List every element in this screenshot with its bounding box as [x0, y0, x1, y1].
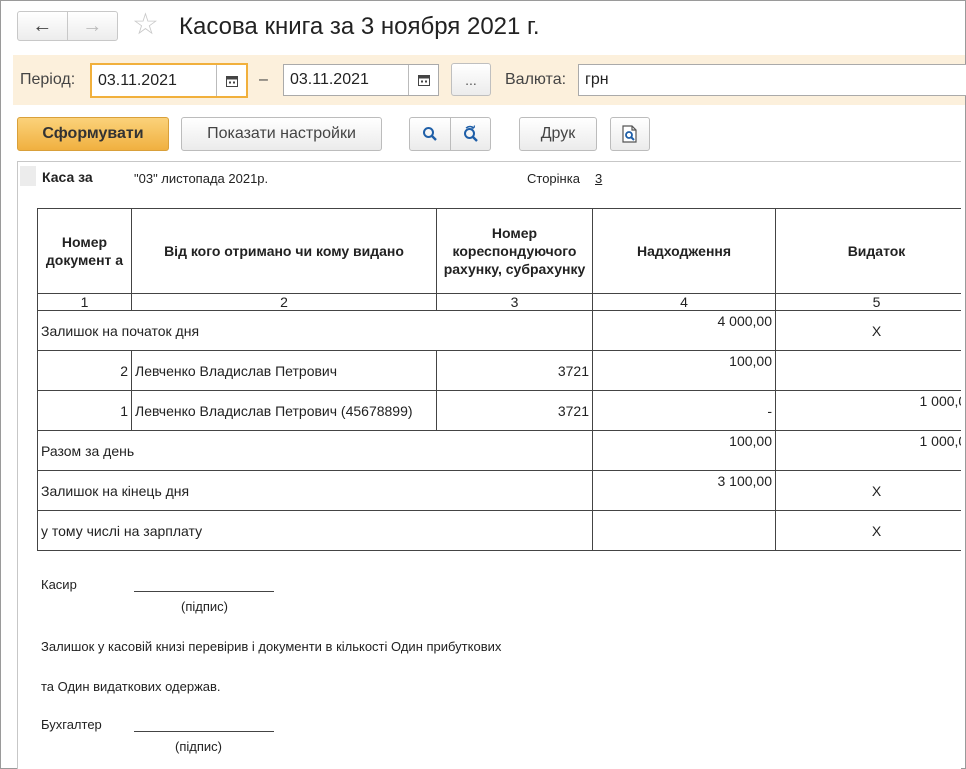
column-number: 1 [37, 293, 132, 311]
period-select-button[interactable]: ... [451, 63, 491, 96]
account-cell: 3721 [436, 390, 593, 431]
title-bar: ← → ☆ Касова книга за 3 ноября 2021 г. [1, 1, 965, 53]
income-cell: - [592, 390, 776, 431]
period-dash: – [259, 71, 268, 88]
column-header: Номер кореспондуючого рахунку, субрахунк… [436, 208, 593, 294]
date-from-field[interactable]: 03.11.2021 [90, 63, 248, 98]
expense-cell: Х [775, 470, 961, 511]
period-filter-bar: Період: 03.11.2021 – 03.11.2021 ... Валю… [13, 55, 966, 105]
party-cell: Левченко Владислав Петрович [131, 350, 437, 391]
date-to-value: 03.11.2021 [290, 71, 369, 88]
table-row: 1 Левченко Владислав Петрович (45678899)… [37, 390, 961, 431]
date-to-field[interactable]: 03.11.2021 [283, 64, 439, 96]
cancel-search-icon[interactable] [450, 118, 490, 150]
page-label: Сторінка [527, 171, 580, 186]
report-window: ← → ☆ Касова книга за 3 ноября 2021 г. П… [0, 0, 966, 769]
closing-balance-row: Залишок на кінець дня 3 100,00 Х [37, 470, 961, 511]
expense-cell: - [775, 350, 961, 391]
search-icon[interactable] [410, 118, 450, 150]
income-cell [592, 510, 776, 551]
check-text-line-2: та Один видаткових одержав. [41, 679, 221, 694]
expense-cell: Х [775, 310, 961, 351]
kasa-label: Каса за [42, 169, 93, 185]
account-cell: 3721 [436, 350, 593, 391]
calendar-icon[interactable] [216, 65, 246, 96]
cash-book-table: Номер документ а Від кого отримано чи ко… [37, 208, 961, 551]
column-header: Номер документ а [37, 208, 132, 294]
signature-caption: (підпис) [181, 599, 228, 614]
salary-row: у тому числі на зарплату Х [37, 510, 961, 551]
report-date: "03" листопада 2021р. [134, 171, 269, 186]
doc-number-cell: 2 [37, 350, 132, 391]
cashier-signature-line [134, 591, 274, 592]
income-cell: 100,00 [592, 350, 776, 391]
report-corner [20, 166, 36, 186]
column-number: 2 [131, 293, 437, 311]
column-number: 3 [436, 293, 593, 311]
column-number: 4 [592, 293, 776, 311]
print-preview-icon[interactable] [610, 117, 650, 151]
search-buttons [409, 117, 491, 151]
page-title: Касова книга за 3 ноября 2021 г. [179, 13, 540, 40]
page-number: 3 [595, 171, 603, 186]
expense-cell: 1 000,00 [775, 430, 961, 471]
table-header-row: Номер документ а Від кого отримано чи ко… [37, 208, 961, 294]
favorite-star-icon[interactable]: ☆ [132, 9, 159, 41]
print-button[interactable]: Друк [519, 117, 597, 151]
signature-caption: (підпис) [175, 739, 222, 754]
income-cell: 100,00 [592, 430, 776, 471]
calendar-icon[interactable] [408, 65, 438, 95]
column-number: 5 [775, 293, 961, 311]
row-label: Залишок на початок дня [37, 310, 593, 351]
accountant-label: Бухгалтер [41, 717, 102, 732]
column-header: Від кого отримано чи кому видано [131, 208, 437, 294]
accountant-signature-line [134, 731, 274, 732]
row-label: Залишок на кінець дня [37, 470, 593, 511]
expense-cell: 1 000,00 [775, 390, 961, 431]
period-label: Період: [20, 71, 76, 88]
column-header: Видаток [775, 208, 961, 294]
currency-label: Валюта: [505, 71, 567, 88]
currency-field[interactable]: грн [578, 64, 966, 96]
column-number-row: 1 2 3 4 5 [37, 293, 961, 311]
show-settings-button[interactable]: Показати настройки [181, 117, 382, 151]
income-cell: 3 100,00 [592, 470, 776, 511]
back-arrow-icon[interactable]: ← [18, 12, 68, 40]
forward-arrow-icon[interactable]: → [68, 12, 118, 40]
expense-cell: Х [775, 510, 961, 551]
column-header: Надходження [592, 208, 776, 294]
check-text-line-1: Залишок у касовій книзі перевірив і доку… [41, 639, 502, 654]
table-row: 2 Левченко Владислав Петрович 3721 100,0… [37, 350, 961, 391]
opening-balance-row: Залишок на початок дня 4 000,00 Х [37, 310, 961, 351]
row-label: у тому числі на зарплату [37, 510, 593, 551]
command-toolbar: Сформувати Показати настройки Друк [1, 107, 965, 159]
cashier-label: Касир [41, 577, 77, 592]
report-document[interactable]: Каса за "03" листопада 2021р. Сторінка 3… [17, 161, 961, 769]
income-cell: 4 000,00 [592, 310, 776, 351]
party-cell: Левченко Владислав Петрович (45678899) [131, 390, 437, 431]
navigation-buttons: ← → [17, 11, 118, 41]
doc-number-cell: 1 [37, 390, 132, 431]
day-total-row: Разом за день 100,00 1 000,00 [37, 430, 961, 471]
date-from-value: 03.11.2021 [98, 71, 177, 89]
generate-button[interactable]: Сформувати [17, 117, 169, 151]
row-label: Разом за день [37, 430, 593, 471]
